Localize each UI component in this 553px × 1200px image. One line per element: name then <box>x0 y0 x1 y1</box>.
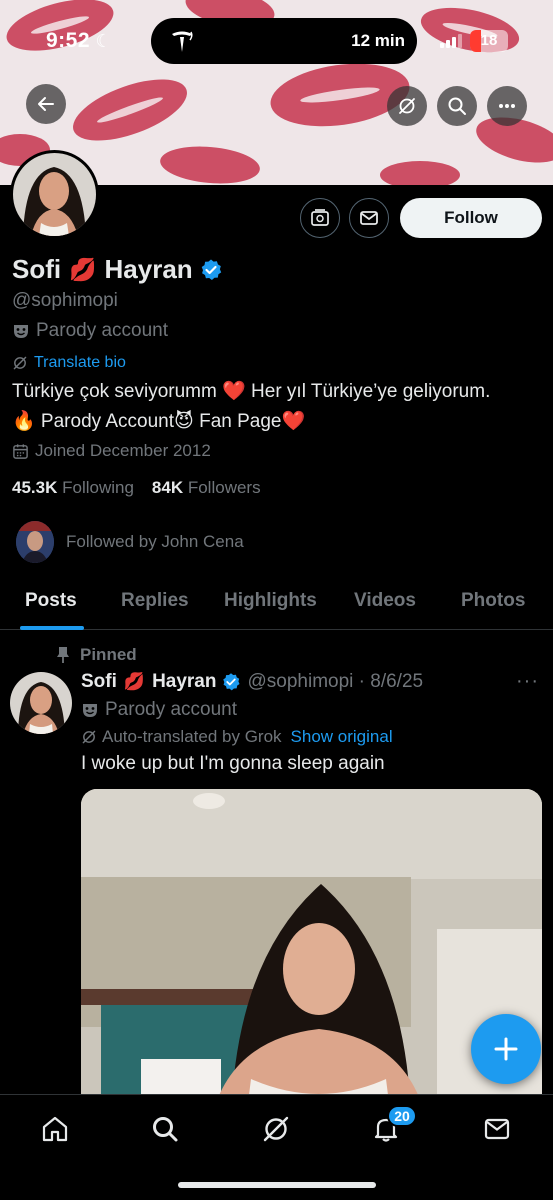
status-time: 9:52 ☾ <box>46 29 113 52</box>
post-handle-date: @sophimopi · 8/6/25 <box>247 671 424 692</box>
profile-name: Sofi 💋 Hayran <box>12 254 223 285</box>
tab-highlights[interactable]: Highlights <box>224 590 317 612</box>
envelope-icon <box>360 211 378 225</box>
signal-icon <box>440 34 462 48</box>
active-tab-indicator <box>20 626 84 630</box>
subscribe-icon <box>311 209 329 226</box>
nav-messages[interactable] <box>479 1111 515 1147</box>
verified-badge-icon[interactable] <box>199 258 223 282</box>
profile-handle: @sophimopi <box>12 290 118 311</box>
post-media[interactable] <box>81 789 542 1119</box>
profile-name-first: Sofi <box>12 254 62 284</box>
home-icon <box>42 1116 68 1142</box>
parody-label[interactable]: Parody account <box>12 320 168 342</box>
message-button[interactable] <box>349 198 389 238</box>
more-horizontal-icon <box>499 104 515 108</box>
profile-tabs: Posts Replies Highlights Videos Photos <box>0 576 553 630</box>
back-button[interactable] <box>26 84 66 124</box>
nav-grok[interactable] <box>258 1111 294 1147</box>
tab-replies[interactable]: Replies <box>121 590 189 612</box>
lips-emoji: 💋 <box>69 256 97 282</box>
post-header: Sofi 💋 Hayran @sophimopi · 8/6/25 <box>81 671 423 693</box>
post-photo <box>81 789 542 1119</box>
subscribe-button[interactable] <box>300 198 340 238</box>
bio-line-2: 🔥 Parody Account😈 Fan Page❤️ <box>12 411 306 432</box>
more-options-button[interactable] <box>487 86 527 126</box>
auto-translated-note: Auto-translated by Grok Show original <box>81 727 393 747</box>
dynamic-island[interactable]: 12 min <box>151 18 417 64</box>
avatar-photo <box>13 153 96 236</box>
post-author-name-first[interactable]: Sofi <box>81 671 117 693</box>
translate-bio-link[interactable]: Translate bio <box>12 354 126 372</box>
follow-stats: 45.3K Following 84K Followers <box>12 478 261 498</box>
grok-icon <box>13 356 27 370</box>
search-icon <box>448 97 466 115</box>
tab-posts[interactable]: Posts <box>25 590 77 612</box>
bio-line-1: Türkiye çok seviyorumm ❤️ Her yıl Türkiy… <box>12 381 491 402</box>
plus-icon <box>494 1037 518 1061</box>
follow-button[interactable]: Follow <box>400 198 542 238</box>
home-indicator[interactable] <box>178 1182 376 1188</box>
tab-photos[interactable]: Photos <box>461 590 525 612</box>
grok-icon <box>399 98 415 114</box>
pin-icon <box>57 647 69 663</box>
tab-videos[interactable]: Videos <box>354 590 416 612</box>
grok-icon <box>263 1116 289 1142</box>
theater-mask-icon <box>83 704 97 717</box>
verified-badge-icon <box>223 673 240 691</box>
search-button[interactable] <box>437 86 477 126</box>
following-link[interactable]: 45.3K Following <box>12 478 134 498</box>
joined-date: Joined December 2012 <box>12 441 211 461</box>
grok-button[interactable] <box>387 86 427 126</box>
profile-bio: Türkiye çok seviyorumm ❤️ Her yıl Türkiy… <box>12 377 542 437</box>
post-author-avatar[interactable] <box>10 672 72 734</box>
follower-avatar <box>16 521 54 563</box>
nav-search[interactable] <box>147 1111 183 1147</box>
envelope-icon <box>484 1118 510 1140</box>
post-more-button[interactable]: ··· <box>516 670 539 693</box>
nav-home[interactable] <box>37 1111 73 1147</box>
post-parody-label: Parody account <box>81 699 237 721</box>
post-text: I woke up but I'm gonna sleep again <box>81 753 385 774</box>
notifications-badge: 20 <box>387 1105 417 1127</box>
battery-indicator: 18 <box>470 30 508 52</box>
arrow-left-icon <box>38 97 54 111</box>
lips-emoji: 💋 <box>123 672 146 691</box>
compose-button[interactable] <box>471 1014 541 1084</box>
profile-name-last: Hayran <box>104 254 193 284</box>
pinned-label: Pinned <box>56 645 137 665</box>
followed-by[interactable]: Followed by John Cena <box>16 521 244 563</box>
post-author-name-last[interactable]: Hayran <box>152 671 216 693</box>
show-original-link[interactable]: Show original <box>291 727 393 747</box>
calendar-icon <box>13 443 28 459</box>
grok-icon <box>82 730 96 744</box>
search-icon <box>153 1117 178 1142</box>
navigation-eta: 12 min <box>351 31 405 50</box>
profile-avatar[interactable] <box>10 150 99 239</box>
tesla-icon <box>172 31 193 52</box>
theater-mask-icon <box>14 325 28 338</box>
followers-link[interactable]: 84K Followers <box>152 478 261 498</box>
